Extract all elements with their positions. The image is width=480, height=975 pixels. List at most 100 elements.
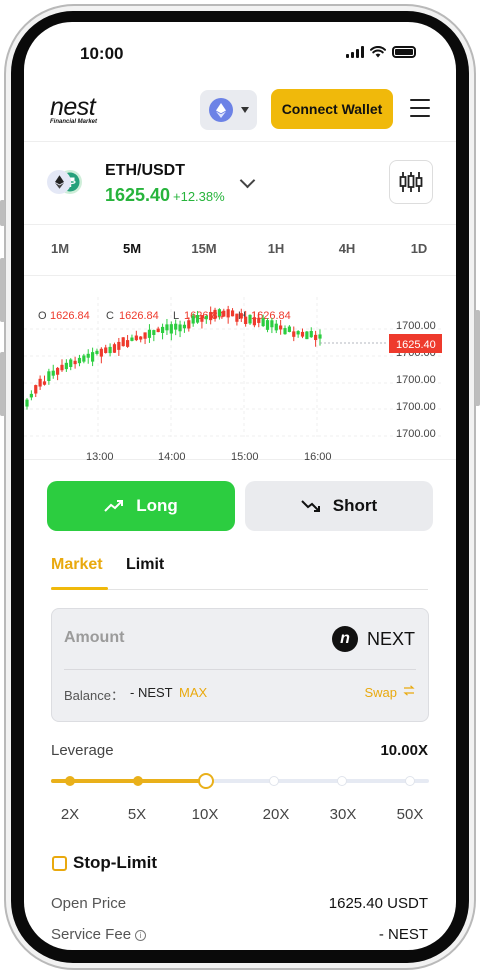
candle	[174, 323, 178, 330]
stop-limit-toggle[interactable]: Stop-Limit	[52, 853, 157, 873]
ohlc-value-low: 1626.84	[184, 310, 224, 322]
candlestick-settings-button[interactable]	[389, 160, 433, 204]
candle	[270, 320, 274, 328]
y-tick-label: 1700.00	[396, 401, 436, 413]
slider-stop[interactable]	[269, 776, 279, 786]
tab-market[interactable]: Market	[51, 556, 103, 574]
token-selector[interactable]: n NEXT	[331, 626, 415, 652]
ohlc-value-close: 1626.84	[119, 310, 159, 322]
slider-thumb[interactable]	[198, 773, 214, 789]
connect-wallet-button[interactable]: Connect Wallet	[271, 89, 393, 129]
candle	[25, 399, 29, 407]
leverage-slider[interactable]	[51, 773, 429, 789]
x-tick-label: 13:00	[86, 451, 114, 460]
candle	[51, 370, 55, 376]
short-button[interactable]: Short	[245, 481, 433, 531]
candle	[235, 313, 239, 322]
candle	[95, 350, 99, 354]
swap-label: Swap	[364, 685, 397, 700]
candle	[34, 385, 38, 394]
y-tick-label: 1700.00	[396, 320, 436, 332]
info-icon[interactable]: i	[135, 930, 147, 941]
candle	[209, 311, 213, 321]
candle	[56, 367, 60, 375]
candle	[169, 324, 173, 334]
candle	[283, 328, 287, 335]
candle	[191, 315, 195, 324]
slider-stop[interactable]	[337, 776, 347, 786]
eth-coin-icon	[47, 170, 71, 194]
candle	[139, 336, 143, 340]
candle	[279, 325, 283, 330]
candle	[143, 332, 147, 339]
signal-icon	[346, 46, 364, 58]
pair-change: +12.38%	[173, 189, 225, 204]
candle	[257, 317, 261, 323]
phone-mute-switch	[0, 200, 5, 226]
phone-volume-down	[0, 352, 5, 416]
candle	[252, 317, 257, 326]
candle	[47, 371, 51, 382]
leverage-option-20x[interactable]: 20X	[256, 806, 296, 823]
wifi-icon	[370, 46, 386, 58]
slider-stop[interactable]	[65, 776, 75, 786]
long-label: Long	[136, 496, 178, 515]
nest-logo[interactable]: nest Financial Market	[50, 93, 97, 126]
stop-limit-checkbox[interactable]	[52, 855, 67, 871]
candle	[125, 340, 130, 347]
ohlc-key-close: C	[106, 310, 114, 322]
leverage-option-2x[interactable]: 2X	[50, 806, 90, 823]
leverage-option-50x[interactable]: 50X	[390, 806, 430, 823]
tab-timeframe-1m[interactable]: 1M	[40, 241, 80, 256]
pair-name[interactable]: ETH/USDT	[105, 162, 185, 180]
network-selector[interactable]	[200, 90, 257, 130]
slider-stop[interactable]	[133, 776, 143, 786]
candle	[29, 393, 33, 398]
candle	[160, 326, 165, 333]
candle	[156, 328, 160, 333]
app-header: nest Financial Market Connect Wallet	[24, 84, 456, 142]
candle	[265, 320, 270, 330]
tab-timeframe-4h[interactable]: 4H	[327, 241, 367, 256]
tab-timeframe-1d[interactable]: 1D	[399, 241, 439, 256]
candle	[213, 309, 217, 319]
candle	[99, 348, 103, 357]
candle	[152, 330, 156, 335]
battery-icon	[392, 46, 416, 58]
tab-timeframe-1h[interactable]: 1H	[256, 241, 296, 256]
divider	[64, 669, 416, 670]
chevron-down-icon[interactable]	[239, 172, 256, 189]
leverage-option-10x[interactable]: 10X	[185, 806, 225, 823]
candle	[244, 316, 248, 325]
leverage-option-5x[interactable]: 5X	[117, 806, 157, 823]
current-price-tag: 1625.40	[389, 334, 442, 353]
candle	[117, 341, 121, 350]
leverage-label: Leverage	[51, 742, 114, 759]
ohlc-key-open: O	[38, 310, 47, 322]
tab-timeframe-15m[interactable]: 15M	[184, 241, 224, 256]
ohlc-value-high: 1626.84	[251, 310, 291, 322]
y-tick-label: 1700.00	[396, 374, 436, 386]
max-button[interactable]: MAX	[179, 685, 207, 700]
slider-stop[interactable]	[405, 776, 415, 786]
x-axis: 13:00 14:00 15:00 16:00	[86, 451, 332, 460]
candle	[204, 316, 208, 320]
y-tick-label: 1700.00	[396, 428, 436, 440]
long-button[interactable]: Long	[47, 481, 235, 531]
hamburger-menu-icon[interactable]	[410, 99, 430, 117]
logo-word: nest	[50, 93, 96, 121]
price-chart[interactable]: O 1626.84 C 1626.84 L 1626.84 H 1626.84 …	[24, 277, 456, 460]
amount-input[interactable]	[64, 621, 314, 655]
candle	[178, 324, 182, 332]
tab-limit[interactable]: Limit	[126, 556, 164, 574]
tab-timeframe-5m[interactable]: 5M	[112, 241, 152, 256]
swap-link[interactable]: Swap	[364, 685, 415, 700]
leverage-option-30x[interactable]: 30X	[323, 806, 363, 823]
ethereum-icon	[208, 98, 233, 122]
candle	[42, 381, 47, 385]
candle	[239, 313, 243, 319]
candle	[64, 362, 68, 370]
caret-down-icon	[240, 107, 249, 113]
status-time: 10:00	[80, 44, 124, 63]
short-label: Short	[332, 496, 378, 515]
